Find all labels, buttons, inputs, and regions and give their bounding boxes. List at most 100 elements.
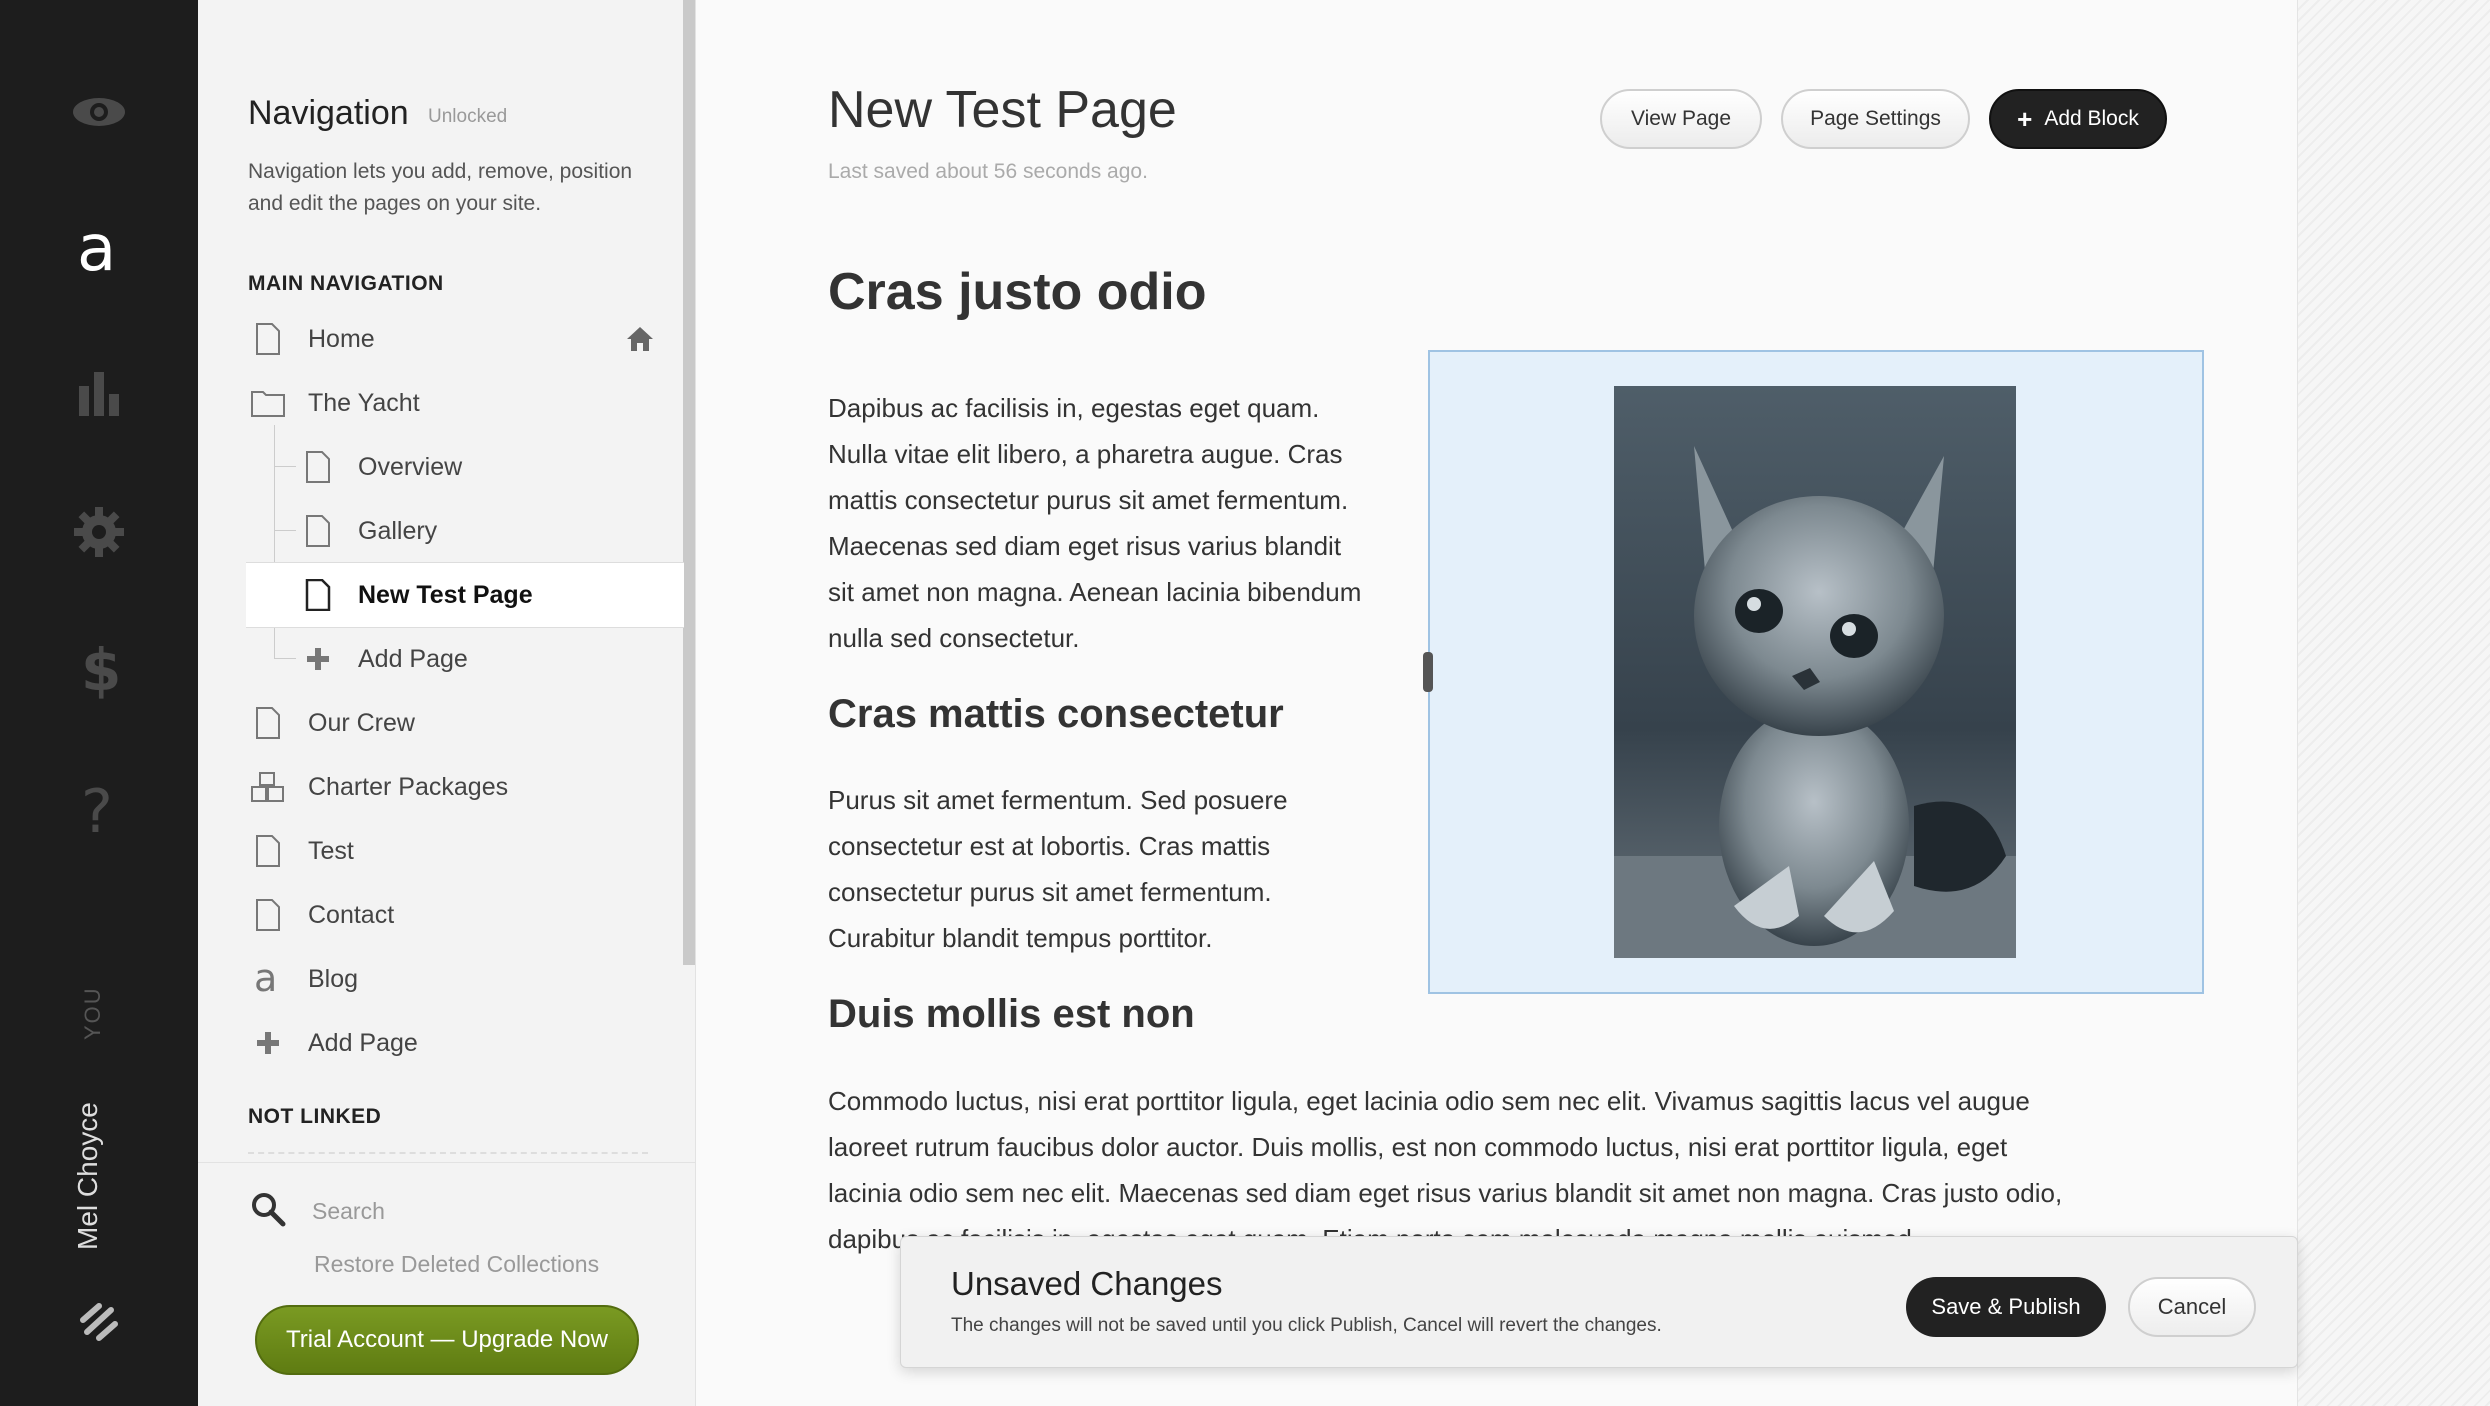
content-heading-1[interactable]: Cras justo odio xyxy=(828,262,1206,322)
nav-item-label: New Test Page xyxy=(358,580,533,609)
last-saved-text: Last saved about 56 seconds ago. xyxy=(828,160,1148,183)
you-label: YOU xyxy=(80,986,105,1040)
resize-handle[interactable] xyxy=(1423,652,1433,692)
nav-item-the-yacht[interactable]: The Yacht xyxy=(248,372,684,434)
analytics-icon[interactable] xyxy=(0,368,198,418)
folder-icon xyxy=(248,383,288,423)
paragraph-line: consectetur purus sit amet fermentum. xyxy=(828,877,1272,907)
nav-item-home[interactable]: Home xyxy=(248,308,684,370)
dollar-icon[interactable]: $ xyxy=(0,640,198,700)
nav-item-add-page[interactable]: Add Page xyxy=(248,1012,684,1074)
search-icon xyxy=(250,1191,286,1232)
paragraph-line: Curabitur blandit tempus porttitor. xyxy=(828,923,1213,953)
page-settings-button[interactable]: Page Settings xyxy=(1781,89,1970,149)
user-area[interactable]: YOU Mel Choyce xyxy=(68,986,128,1270)
nav-item-contact[interactable]: Contact xyxy=(248,884,684,946)
content-paragraph-3[interactable]: Commodo luctus, nisi erat porttitor ligu… xyxy=(828,1078,2062,1262)
nav-item-test[interactable]: Test xyxy=(248,820,684,882)
divider xyxy=(248,1152,648,1154)
paragraph-line: Maecenas sed diam eget risus varius blan… xyxy=(828,531,1342,561)
paragraph-line: Dapibus ac facilisis in, egestas eget qu… xyxy=(828,393,1320,423)
paragraph-line: sit amet non magna. Aenean lacinia biben… xyxy=(828,577,1362,607)
logo-a-icon[interactable]: a xyxy=(0,210,198,290)
gear-icon[interactable] xyxy=(0,506,198,558)
app-rail: a $ ? YOU Mel Choyce xyxy=(0,0,198,1406)
nav-lock-status[interactable]: Unlocked xyxy=(428,106,507,128)
page-title: New Test Page xyxy=(828,81,1177,139)
plus-icon: + xyxy=(2017,103,2033,134)
plus-icon xyxy=(248,1023,288,1063)
svg-text:$: $ xyxy=(81,640,119,700)
paragraph-line: nulla sed consectetur. xyxy=(828,623,1080,653)
search-row[interactable]: Search xyxy=(250,1191,385,1232)
svg-text:?: ? xyxy=(81,780,113,840)
paragraph-line: consectetur est at lobortis. Cras mattis xyxy=(828,831,1271,861)
plus-icon xyxy=(298,639,338,679)
navigation-panel: Navigation Unlocked Navigation lets you … xyxy=(198,0,696,1406)
page-icon xyxy=(298,575,338,615)
nav-item-label: Charter Packages xyxy=(308,772,509,801)
content-heading-3[interactable]: Duis mollis est non xyxy=(828,992,1195,1037)
nav-item-label: Test xyxy=(308,836,354,865)
nav-item-overview[interactable]: Overview xyxy=(298,436,684,498)
nav-item-label: Home xyxy=(308,324,375,353)
eye-icon[interactable] xyxy=(0,92,198,132)
upgrade-button[interactable]: Trial Account — Upgrade Now xyxy=(255,1305,639,1375)
unsaved-title: Unsaved Changes xyxy=(951,1265,1223,1302)
content-paragraph-1[interactable]: Dapibus ac facilisis in, egestas eget qu… xyxy=(828,385,1361,661)
nav-item-add-page-child[interactable]: Add Page xyxy=(298,628,684,690)
blog-icon: a xyxy=(248,959,288,999)
svg-text:a: a xyxy=(254,961,277,997)
nav-item-label: Contact xyxy=(308,900,395,929)
add-block-label: Add Block xyxy=(2044,107,2139,130)
nav-item-label: Our Crew xyxy=(308,708,415,737)
unsaved-description: The changes will not be saved until you … xyxy=(951,1315,1662,1336)
paragraph-line: mattis consectetur purus sit amet fermen… xyxy=(828,485,1349,515)
squarespace-logo-icon[interactable] xyxy=(0,1300,198,1344)
paragraph-line: Purus sit amet fermentum. Sed posuere xyxy=(828,785,1288,815)
user-name: Mel Choyce xyxy=(72,1102,103,1250)
page-icon xyxy=(248,831,288,871)
tree-line xyxy=(274,658,296,659)
nav-item-blog[interactable]: a Blog xyxy=(248,948,684,1010)
nav-item-charter-packages[interactable]: Charter Packages xyxy=(248,756,684,818)
image-block[interactable] xyxy=(1423,350,2204,994)
content-heading-2[interactable]: Cras mattis consectetur xyxy=(828,692,1284,737)
blocks-icon xyxy=(248,767,288,807)
svg-text:a: a xyxy=(77,220,116,280)
page-icon xyxy=(298,511,338,551)
unsaved-changes-bar: Unsaved Changes The changes will not be … xyxy=(900,1236,2298,1368)
canvas-margin xyxy=(2297,0,2490,1406)
nav-description: Navigation lets you add, remove, positio… xyxy=(248,160,633,215)
page-icon xyxy=(248,703,288,743)
nav-item-label: Blog xyxy=(308,964,359,993)
nav-bottom-bar: Search Restore Deleted Collections Trial… xyxy=(198,1162,695,1406)
nav-title: Navigation xyxy=(248,94,409,132)
kitten-photo xyxy=(1614,386,2016,958)
add-block-button[interactable]: + Add Block xyxy=(1989,89,2167,149)
paragraph-line: laoreet rutrum faucibus dolor auctor. Du… xyxy=(828,1132,2008,1162)
help-icon[interactable]: ? xyxy=(0,780,198,840)
content-paragraph-2[interactable]: Purus sit amet fermentum. Sed posuere co… xyxy=(828,777,1288,961)
tree-line xyxy=(274,466,296,467)
nav-item-label: Add Page xyxy=(358,644,468,673)
nav-item-label: The Yacht xyxy=(308,388,420,417)
tree-line xyxy=(274,530,296,531)
page-icon xyxy=(248,895,288,935)
nav-item-our-crew[interactable]: Our Crew xyxy=(248,692,684,754)
nav-item-new-test-page[interactable]: New Test Page xyxy=(246,562,684,628)
nav-item-gallery[interactable]: Gallery xyxy=(298,500,684,562)
page-editor: New Test Page Last saved about 56 second… xyxy=(697,0,2297,1406)
page-icon xyxy=(248,319,288,359)
nav-scrollbar[interactable] xyxy=(683,0,695,965)
paragraph-line: Nulla vitae elit libero, a pharetra augu… xyxy=(828,439,1343,469)
save-publish-button[interactable]: Save & Publish xyxy=(1906,1277,2106,1337)
search-input[interactable]: Search xyxy=(312,1198,385,1225)
main-navigation-label: MAIN NAVIGATION xyxy=(248,272,444,295)
cancel-button[interactable]: Cancel xyxy=(2128,1277,2256,1337)
nav-item-label: Overview xyxy=(358,452,463,481)
view-page-button[interactable]: View Page xyxy=(1600,89,1762,149)
restore-deleted-collections-link[interactable]: Restore Deleted Collections xyxy=(314,1251,599,1278)
page-icon xyxy=(298,447,338,487)
not-linked-label: NOT LINKED xyxy=(248,1105,382,1128)
